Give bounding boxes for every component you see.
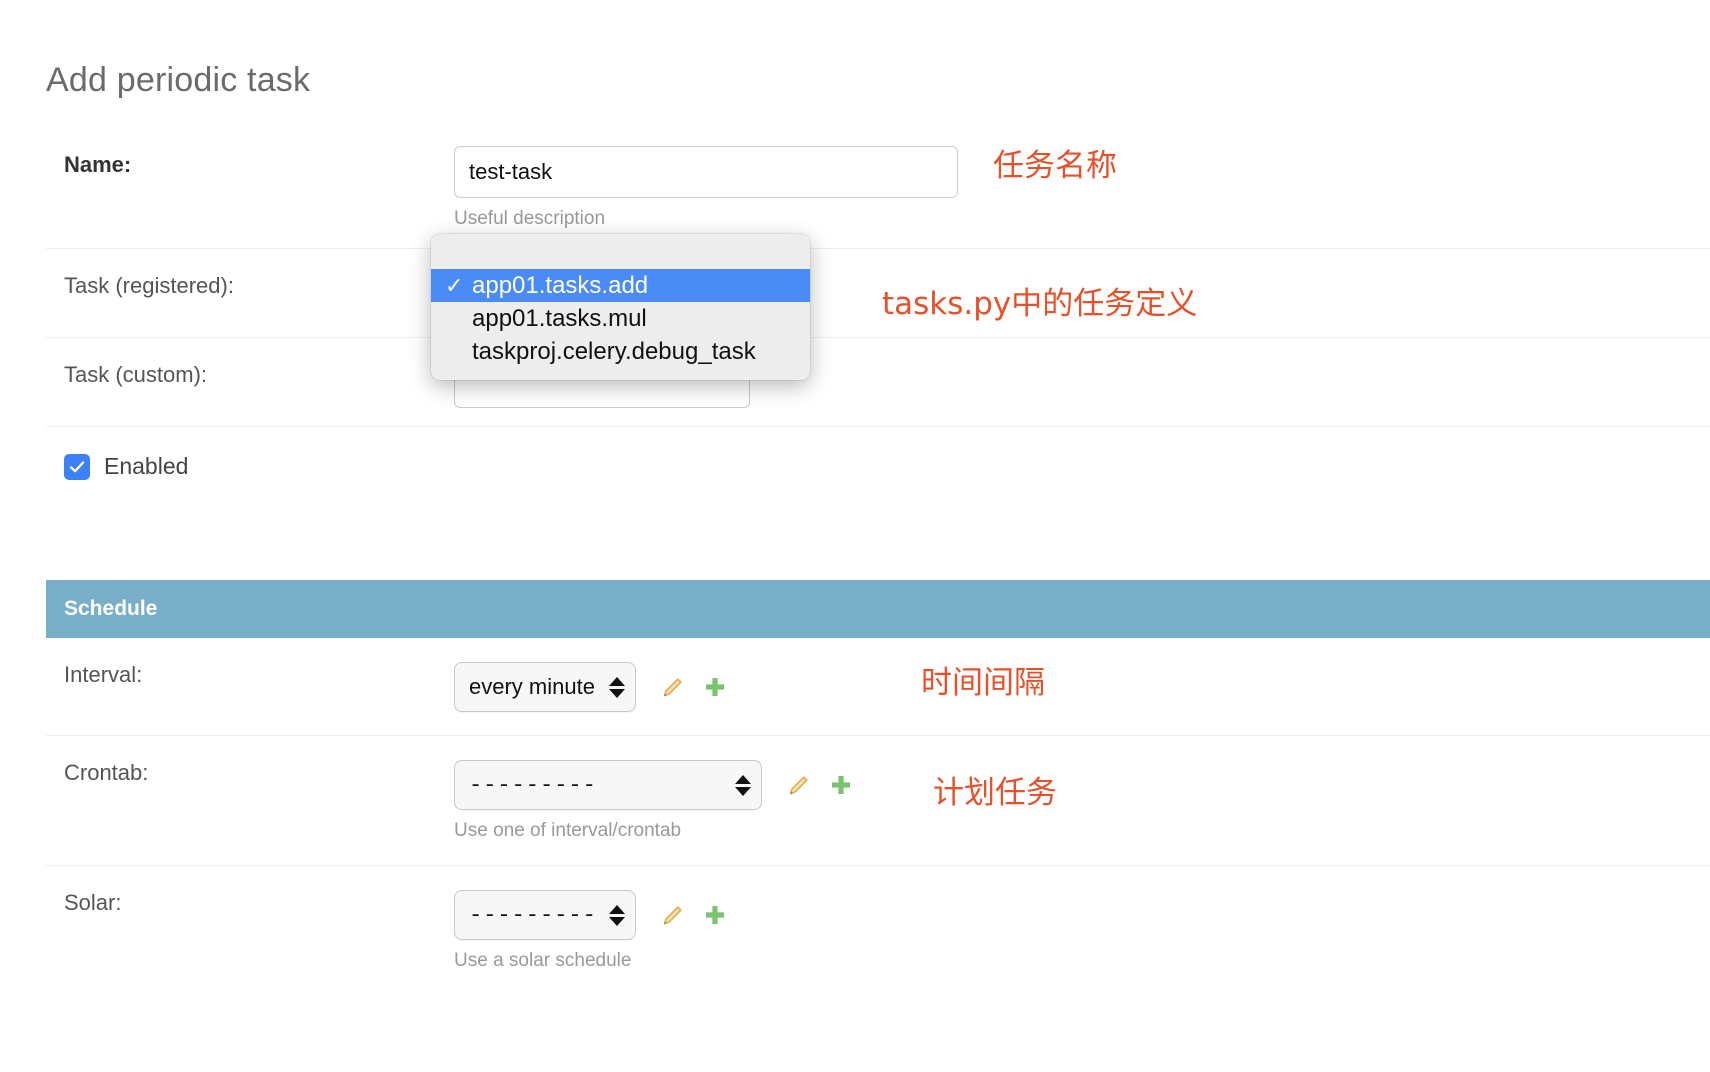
- enabled-checkbox-row[interactable]: Enabled: [46, 453, 1710, 480]
- chevron-updown-icon: [735, 775, 751, 796]
- schedule-fieldset: Interval: every minute: [46, 638, 1710, 996]
- pencil-icon[interactable]: [660, 674, 686, 700]
- interval-select-value: every minute: [469, 674, 595, 700]
- annotation-name: 任务名称: [993, 140, 1117, 185]
- crontab-select[interactable]: ---------: [454, 760, 762, 810]
- admin-add-periodic-task-page: Add periodic task Name: Useful descripti…: [0, 0, 1710, 1072]
- dropdown-option-1[interactable]: app01.tasks.mul: [431, 302, 810, 335]
- schedule-section-title: Schedule: [64, 597, 157, 621]
- crontab-actions: [786, 772, 854, 798]
- task-registered-label: Task (registered):: [64, 273, 444, 299]
- interval-actions: [660, 674, 728, 700]
- solar-select[interactable]: ---------: [454, 890, 636, 940]
- form-row-name: Name: Useful description: [46, 128, 1710, 249]
- name-label: Name:: [64, 152, 444, 178]
- form-row-crontab: Crontab: ---------: [46, 736, 1710, 866]
- task-custom-label: Task (custom):: [64, 362, 444, 388]
- interval-label: Interval:: [64, 662, 444, 688]
- plus-icon[interactable]: [702, 674, 728, 700]
- dropdown-option-label: app01.tasks.add: [472, 272, 648, 300]
- solar-actions: [660, 902, 728, 928]
- form-row-interval: Interval: every minute: [46, 638, 1710, 736]
- solar-helptext: Use a solar schedule: [454, 950, 1710, 972]
- task-registered-dropdown-popup[interactable]: ✓ app01.tasks.add app01.tasks.mul taskpr…: [431, 234, 810, 380]
- name-input[interactable]: [454, 146, 958, 198]
- main-form-fieldset: Name: Useful description Task (registere…: [46, 128, 1710, 519]
- crontab-helptext: Use one of interval/crontab: [454, 820, 1710, 842]
- crontab-select-value: ---------: [469, 773, 597, 798]
- pencil-icon[interactable]: [786, 772, 812, 798]
- pencil-icon[interactable]: [660, 902, 686, 928]
- name-helptext: Useful description: [454, 208, 1710, 230]
- annotation-task-registered: tasks.py中的任务定义: [882, 278, 1197, 323]
- chevron-updown-icon: [609, 677, 625, 698]
- form-row-task-custom: Task (custom):: [46, 338, 1710, 427]
- dropdown-option-2[interactable]: taskproj.celery.debug_task: [431, 335, 810, 368]
- dropdown-option-label: taskproj.celery.debug_task: [472, 338, 756, 366]
- annotation-interval: 时间间隔: [921, 657, 1045, 702]
- schedule-section-header: Schedule: [46, 580, 1710, 638]
- interval-select[interactable]: every minute: [454, 662, 636, 712]
- check-icon: ✓: [445, 273, 472, 299]
- dropdown-option-label: app01.tasks.mul: [472, 305, 647, 333]
- solar-label: Solar:: [64, 890, 444, 916]
- form-row-enabled: Enabled: [46, 427, 1710, 519]
- form-row-solar: Solar: ---------: [46, 866, 1710, 996]
- check-icon: [68, 458, 86, 476]
- crontab-label: Crontab:: [64, 760, 444, 786]
- plus-icon[interactable]: [702, 902, 728, 928]
- enabled-checkbox[interactable]: [64, 454, 90, 480]
- solar-field-col: ---------: [454, 890, 1710, 972]
- chevron-updown-icon: [609, 905, 625, 926]
- dropdown-option-0[interactable]: ✓ app01.tasks.add: [431, 269, 810, 302]
- form-row-task-registered: Task (registered):: [46, 249, 1710, 338]
- plus-icon[interactable]: [828, 772, 854, 798]
- page-title: Add periodic task: [46, 61, 310, 100]
- interval-field-col: every minute: [454, 662, 1710, 712]
- crontab-field-col: ---------: [454, 760, 1710, 842]
- enabled-label: Enabled: [104, 453, 188, 480]
- annotation-crontab: 计划任务: [933, 767, 1057, 812]
- solar-select-value: ---------: [469, 903, 597, 928]
